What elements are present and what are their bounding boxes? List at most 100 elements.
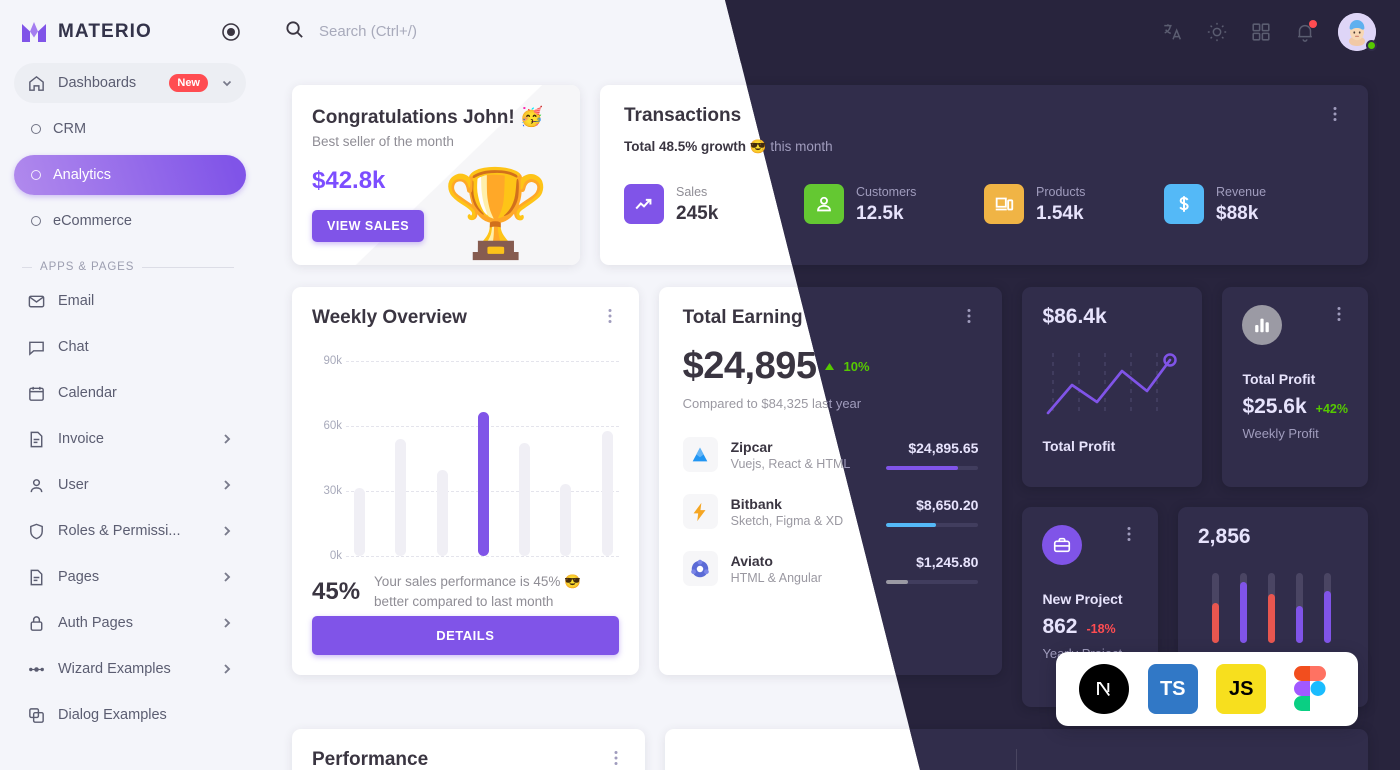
- zipcar-logo-icon: [682, 437, 718, 472]
- chevron-right-icon: [220, 662, 234, 676]
- sidebar-item-label: User: [58, 477, 89, 493]
- item-price: $24,895.65: [908, 439, 979, 456]
- sidebar-item-calendar[interactable]: Calendar: [14, 373, 246, 413]
- view-sales-button[interactable]: VIEW SALES: [312, 210, 425, 242]
- sidebar-item-label: Dashboards: [58, 75, 137, 91]
- sidebar-item-label: CRM: [53, 121, 87, 137]
- weekly-profit-delta: +42%: [1315, 402, 1348, 416]
- devices-icon: [984, 184, 1024, 224]
- item-tech: HTML & Angular: [730, 570, 822, 585]
- user-icon: [26, 475, 46, 495]
- item-tech: Vuejs, React & HTML: [730, 456, 851, 471]
- nextjs-logo-icon[interactable]: [1079, 664, 1130, 714]
- tech-stack-widget: TS JS: [1056, 652, 1358, 726]
- shield-icon: [26, 521, 46, 541]
- more-vertical-icon[interactable]: [601, 307, 619, 325]
- search-icon[interactable]: [284, 19, 305, 45]
- chevron-right-icon: [220, 524, 234, 538]
- congratulations-card: Congratulations John! 🥳 Best seller of t…: [292, 85, 580, 265]
- total-profit-spark-card: $86.4k Total Profit: [1022, 287, 1203, 487]
- typescript-logo-icon[interactable]: TS: [1147, 664, 1198, 714]
- sidebar-item-analytics[interactable]: Analytics: [14, 155, 246, 195]
- chart-bars: [354, 361, 613, 556]
- notification-dot: [1309, 19, 1317, 28]
- sidebar-item-roles-permissions[interactable]: Roles & Permissi...: [14, 511, 246, 551]
- sidebar-item-auth-pages[interactable]: Auth Pages: [14, 603, 246, 643]
- section-label: APPS & PAGES: [40, 261, 135, 273]
- translate-icon[interactable]: [1162, 21, 1184, 43]
- item-name: Bitbank: [730, 495, 782, 512]
- sidebar-item-chat[interactable]: Chat: [14, 327, 246, 367]
- more-vertical-icon[interactable]: [1120, 525, 1138, 543]
- sidebar-item-crm[interactable]: CRM: [14, 109, 246, 149]
- more-vertical-icon[interactable]: [1330, 305, 1348, 323]
- trending-up-icon: [624, 184, 664, 224]
- spark-amount: $86.4k: [1042, 305, 1107, 328]
- sidebar-item-label: Email: [58, 293, 95, 309]
- sidebar-item-email[interactable]: Email: [14, 281, 246, 321]
- y-tick-label: 30k: [323, 484, 342, 497]
- sidebar: MATERIO Dashboards New CRM: [0, 0, 260, 770]
- sidebar-item-label: Auth Pages: [58, 615, 133, 631]
- stat-label: Sales: [676, 185, 708, 199]
- progress-bar: [886, 465, 959, 470]
- chevron-right-icon: [220, 478, 234, 492]
- more-vertical-icon[interactable]: [1326, 105, 1344, 123]
- y-tick-label: 90k: [323, 355, 342, 367]
- sidebar-section-apps-pages: APPS & PAGES: [0, 247, 260, 281]
- bitbank-logo-icon: [682, 494, 718, 529]
- sidebar-item-dialog-examples[interactable]: Dialog Examples: [14, 695, 246, 735]
- weekly-overview-title: Weekly Overview: [312, 307, 467, 328]
- performance-card: Performance: [292, 729, 645, 770]
- stat-customers: Customers 12.5k: [804, 183, 984, 225]
- chart-bar: [560, 484, 572, 556]
- search-input[interactable]: [319, 23, 699, 40]
- avatar[interactable]: [1338, 12, 1377, 51]
- document-icon: [26, 429, 46, 449]
- sidebar-item-label: eCommerce: [53, 213, 132, 229]
- figma-logo-icon[interactable]: [1285, 664, 1335, 714]
- chat-bubble-icon: [26, 337, 46, 357]
- sidebar-item-user[interactable]: User: [14, 465, 246, 505]
- sidebar-item-dashboards[interactable]: Dashboards New: [14, 63, 246, 103]
- sun-icon[interactable]: [1206, 21, 1228, 43]
- details-button[interactable]: DETAILS: [312, 616, 619, 655]
- more-vertical-icon[interactable]: [960, 307, 978, 325]
- sidebar-item-ecommerce[interactable]: eCommerce: [14, 201, 246, 241]
- spark-label: Total Profit: [1042, 438, 1116, 454]
- line-chart-icon: [1042, 347, 1182, 430]
- growth-suffix: this month: [766, 139, 833, 154]
- pin-toggle-icon[interactable]: [222, 22, 240, 41]
- sidebar-item-label: Invoice: [58, 431, 104, 447]
- divider: [1016, 749, 1017, 770]
- chart-bar: [477, 412, 489, 556]
- sidebar-item-invoice[interactable]: Invoice: [14, 419, 246, 459]
- sessions-bar-chart: [1198, 569, 1348, 652]
- brand[interactable]: MATERIO: [0, 0, 260, 63]
- more-vertical-icon[interactable]: [607, 749, 625, 767]
- congrats-subtitle: Best seller of the month: [312, 134, 454, 149]
- apps-grid-icon[interactable]: [1250, 21, 1272, 43]
- weekly-bar-chart: 90k 60k 30k 0k: [312, 355, 619, 562]
- weekly-note: Your sales performance is 45% 😎 better c…: [374, 574, 581, 609]
- bell-icon[interactable]: [1294, 19, 1317, 43]
- stat-value: 12.5k: [856, 203, 904, 224]
- gridline: [346, 556, 619, 557]
- header-actions: [1162, 12, 1377, 51]
- stat-label: Products: [1036, 185, 1086, 199]
- sidebar-item-label: Analytics: [53, 167, 112, 183]
- materio-logo-icon: [20, 20, 48, 44]
- sidebar-item-pages[interactable]: Pages: [14, 557, 246, 597]
- progress-bar: [886, 522, 937, 527]
- sidebar-nav-apps: Email Chat Calendar Invoice User: [0, 281, 260, 735]
- stat-label: Revenue: [1216, 185, 1267, 199]
- sidebar-item-wizard-examples[interactable]: Wizard Examples: [14, 649, 246, 689]
- stat-value: 1.54k: [1036, 203, 1084, 224]
- weekly-summary: 45% Your sales performance is 45% 😎 bett…: [312, 572, 619, 611]
- envelope-icon: [26, 291, 46, 311]
- performance-title: Performance: [312, 749, 429, 770]
- item-tech: Sketch, Figma & XD: [730, 513, 844, 528]
- sidebar-item-label: Chat: [58, 339, 89, 355]
- brand-name: MATERIO: [58, 20, 152, 42]
- javascript-logo-icon[interactable]: JS: [1216, 664, 1267, 714]
